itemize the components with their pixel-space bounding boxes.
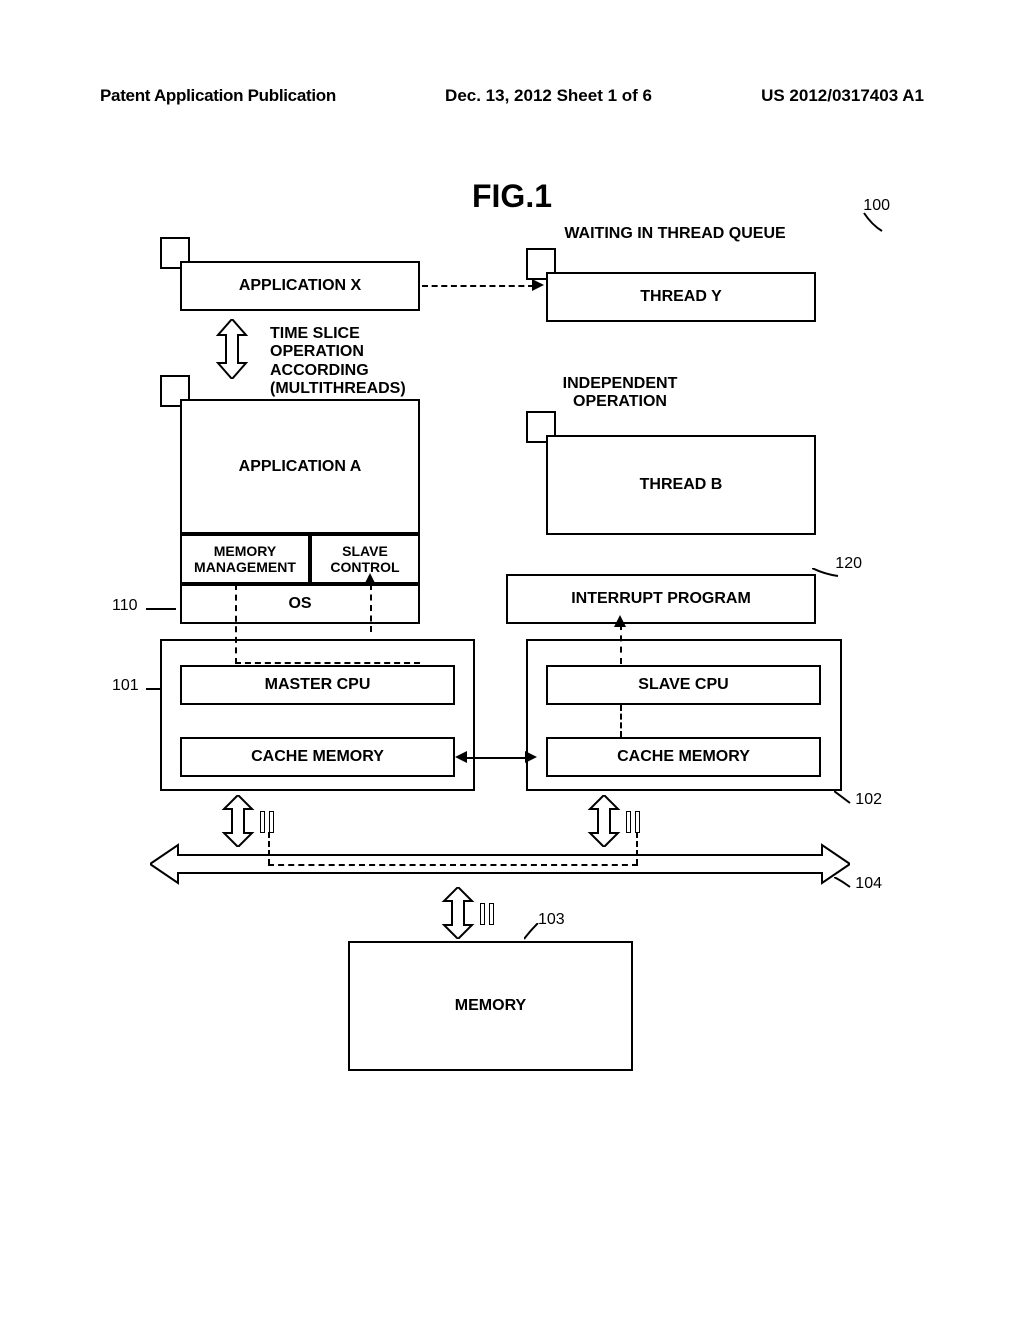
slave-cpu: SLAVE CPU (546, 665, 821, 705)
timeslice-label: TIME SLICE OPERATION ACCORDING (MULTITHR… (270, 325, 440, 399)
os-box: OS (180, 584, 420, 624)
tick-3 (480, 903, 494, 925)
up-down-arrow-1 (214, 319, 250, 379)
leader-110 (146, 605, 178, 613)
leader-102 (834, 791, 852, 805)
dashed-arrow (422, 285, 534, 287)
arrow-left-icon (455, 751, 467, 763)
ref-102: 102 (855, 791, 882, 809)
leader-103 (524, 923, 540, 941)
dashed-bus-v2 (636, 832, 638, 865)
cache-memory-1: CACHE MEMORY (180, 737, 455, 777)
up-down-arrow-4 (440, 887, 476, 939)
ref-104: 104 (855, 875, 882, 893)
up-down-arrow-3 (586, 795, 622, 847)
cache-memory-2: CACHE MEMORY (546, 737, 821, 777)
bus-arrow (150, 843, 850, 890)
leader-104 (834, 877, 852, 889)
dashed-h2 (235, 662, 420, 664)
memory-management: MEMORY MANAGEMENT (180, 534, 310, 584)
waiting-label: WAITING IN THREAD QUEUE (550, 225, 800, 243)
arrow-right-icon (532, 279, 544, 291)
application-a: APPLICATION A (180, 399, 420, 534)
independent-label: INDEPENDENT OPERATION (520, 375, 720, 412)
application-x: APPLICATION X (180, 261, 420, 311)
interrupt-program: INTERRUPT PROGRAM (506, 574, 816, 624)
arrow-up-icon-1 (364, 573, 376, 585)
tick-2 (626, 811, 640, 833)
arrow-right-icon-2 (525, 751, 537, 763)
pub-number: US 2012/0317403 A1 (761, 86, 924, 106)
ref-110: 110 (112, 597, 138, 615)
memory-box: MEMORY (348, 941, 633, 1071)
leader-120 (812, 568, 840, 578)
dashed-v2 (370, 584, 372, 632)
leader-100 (862, 211, 884, 233)
dashed-v3 (620, 624, 622, 664)
dashed-bus (268, 864, 638, 866)
up-down-arrow-2 (220, 795, 256, 847)
master-cpu: MASTER CPU (180, 665, 455, 705)
pub-label: Patent Application Publication (100, 86, 336, 106)
ref-103: 103 (538, 911, 565, 929)
dashed-v4 (620, 705, 622, 737)
diagram: 100 WAITING IN THREAD QUEUE APPLICATION … (120, 175, 880, 1095)
ref-101: 101 (112, 677, 139, 695)
dashed-v1 (235, 584, 237, 664)
dashed-bus-v1 (268, 832, 270, 865)
leader-101 (146, 685, 164, 693)
cache-link (465, 757, 527, 759)
tick-1 (260, 811, 274, 833)
sheet-label: Dec. 13, 2012 Sheet 1 of 6 (445, 86, 652, 106)
thread-y: THREAD Y (546, 272, 816, 322)
arrow-up-icon-2 (614, 615, 626, 627)
thread-b: THREAD B (546, 435, 816, 535)
